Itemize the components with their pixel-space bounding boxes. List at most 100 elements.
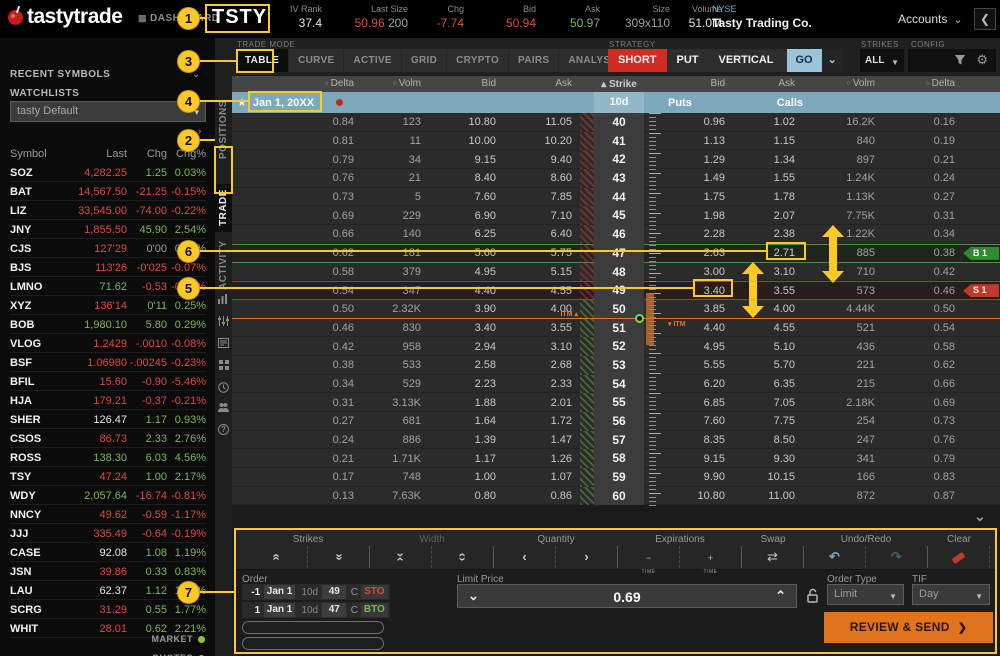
clear-icon[interactable] [928, 546, 990, 568]
qty-right-icon[interactable]: › [556, 546, 618, 568]
call-bid-cell[interactable]: 2.58 [427, 359, 502, 371]
put-volm-cell[interactable]: 840 [801, 135, 881, 147]
put-volm-cell[interactable]: 215 [801, 378, 881, 390]
put-bid-cell[interactable]: 0.96 [662, 116, 731, 128]
help-icon[interactable]: ? [217, 424, 230, 435]
watchlist-row-tsy[interactable]: TSY 47.24 1.00 2.17% [10, 467, 206, 486]
put-volm-cell[interactable]: 254 [801, 415, 881, 427]
strike-cell[interactable]: 56 [594, 412, 644, 431]
call-volm-cell[interactable]: 379 [360, 266, 427, 278]
chain-row-strike-44[interactable]: 0.73 5 7.60 7.85 44 1.75 1.78 1.13K 0.27 [232, 187, 1000, 207]
call-bid-cell[interactable]: 1.17 [427, 453, 502, 465]
put-bid-cell[interactable]: 5.55 [662, 359, 731, 371]
put-ask-cell[interactable]: 1.55 [731, 172, 801, 184]
collapse-panel-button[interactable]: ❮ [974, 8, 996, 30]
chain-row-strike-47[interactable]: 0.62 181 5.60 5.75 47 2.63 2.71 885 0.38 B 1 [232, 243, 1000, 263]
chain-row-strike-60[interactable]: 0.13 7.63K 0.80 0.86 60 10.80 11.00 872 0.87 [232, 486, 1000, 506]
redo-icon[interactable]: ↷ [866, 546, 928, 568]
put-delta-cell[interactable]: 0.19 [881, 135, 961, 147]
watchlist-row-liz[interactable]: LIZ 33,545.00 -74.00 -0.22% [10, 201, 206, 220]
call-bid-cell[interactable]: 1.88 [427, 397, 502, 409]
put-delta-cell[interactable]: 0.31 [881, 210, 961, 222]
watchlist-row-csos[interactable]: CSOS 86.73 2.33 2.76% [10, 429, 206, 448]
call-bid-cell[interactable]: 1.39 [427, 434, 502, 446]
put-bid-cell[interactable]: 1.29 [662, 154, 731, 166]
watchlist-row-soz[interactable]: SOZ 4,282.25 1.25 0.03% [10, 163, 206, 182]
chain-row-strike-45[interactable]: 0.69 229 6.90 7.10 45 1.98 2.07 7.75K 0.31 [232, 206, 1000, 226]
call-delta-cell[interactable]: 0.31 [232, 397, 360, 409]
watchlist-row-scrg[interactable]: SCRG 31.29 0.55 1.77% [10, 600, 206, 619]
put-bid-cell[interactable]: 8.35 [662, 434, 731, 446]
watchlist-col-last[interactable]: Last [63, 148, 127, 160]
put-delta-cell[interactable]: 0.42 [881, 266, 961, 278]
watchlist-row-bsf[interactable]: BSF 1.06980 -.00245 -0.23% [10, 353, 206, 372]
call-volm-cell[interactable]: 181 [360, 247, 427, 259]
call-delta-cell[interactable]: 0.69 [232, 210, 360, 222]
call-delta-cell[interactable]: 0.58 [232, 266, 360, 278]
order-leg-row[interactable]: 1 Jan 1 10d 47 C BTO [242, 602, 390, 618]
time-plus-icon[interactable]: + TIME [680, 546, 742, 575]
call-bid-cell[interactable]: 2.94 [427, 341, 502, 353]
strategy-put-button[interactable]: PUT [667, 49, 709, 72]
chain-row-strike-52[interactable]: 0.42 958 2.94 3.10 52 4.95 5.10 436 0.58 [232, 337, 1000, 356]
call-ask-cell[interactable]: 2.68 [502, 359, 578, 371]
call-volm-cell[interactable]: 681 [360, 415, 427, 427]
call-volm-cell[interactable]: 140 [360, 228, 427, 240]
call-ask-cell[interactable]: 3.10 [502, 341, 578, 353]
gear-icon[interactable]: ⚙ [976, 52, 988, 68]
put-delta-cell[interactable]: 0.54 [881, 322, 961, 334]
clock-icon[interactable] [217, 382, 230, 396]
scroll-down-chevron[interactable]: ⌄ [974, 508, 986, 525]
mode-tab-crypto[interactable]: CRYPTO [447, 49, 510, 72]
people-icon[interactable] [217, 402, 230, 415]
put-volm-cell[interactable]: 4.44K [801, 303, 881, 315]
chain-row-strike-58[interactable]: 0.21 1.71K 1.17 1.26 58 9.15 9.30 341 0.79 [232, 449, 1000, 469]
call-volm-cell[interactable]: 5 [360, 191, 427, 203]
grid-icon[interactable] [217, 360, 230, 373]
put-delta-cell[interactable]: 0.73 [881, 415, 961, 427]
put-ask-cell[interactable]: 5.10 [731, 341, 801, 353]
leg-expiration[interactable]: Jan 1 [264, 585, 296, 599]
call-bid-cell[interactable]: 3.40 [427, 322, 502, 334]
watchlist-row-bat[interactable]: BAT 14,567.50 -21.25 -0.15% [10, 182, 206, 201]
put-volm-cell[interactable]: 521 [801, 322, 881, 334]
put-bid-cell[interactable]: 9.15 [662, 453, 731, 465]
put-delta-cell[interactable]: 0.58 [881, 341, 961, 353]
watchlist-row-wdy[interactable]: WDY 2,057.64 -16.74 -0.81% [10, 486, 206, 505]
call-volm-cell[interactable]: 2.32K [360, 303, 427, 315]
call-volm-cell[interactable]: 830 [360, 322, 427, 334]
call-ask-cell[interactable]: 1.07 [502, 471, 578, 483]
sliders-icon[interactable] [217, 316, 230, 329]
call-volm-cell[interactable]: 3.13K [360, 397, 427, 409]
watchlist-row-sher[interactable]: SHER 126.47 1.17 0.93% [10, 410, 206, 429]
call-delta-cell[interactable]: 0.62 [232, 247, 360, 259]
tastytrade-logo[interactable]: tastytrade [8, 5, 123, 29]
call-ask-cell[interactable]: 0.86 [502, 490, 578, 502]
chain-row-strike-40[interactable]: 0.84 123 10.80 11.05 40 0.96 1.02 16.2K 0.16 [232, 113, 1000, 132]
call-delta-cell[interactable]: 0.79 [232, 154, 360, 166]
mode-tab-active[interactable]: ACTIVE [344, 49, 402, 72]
leg-expiration[interactable]: Jan 1 [264, 603, 296, 617]
watchlist-row-bfil[interactable]: BFIL 15.60 -0.90 -5.46% [10, 372, 206, 391]
call-bid-cell[interactable]: 3.90 [427, 303, 502, 315]
put-bid-cell[interactable]: 10.80 [662, 490, 731, 502]
put-delta-cell[interactable]: 0.76 [881, 434, 961, 446]
put-volm-cell[interactable]: 7.75K [801, 210, 881, 222]
call-ask-cell[interactable]: 5.15 [502, 266, 578, 278]
limit-price-input[interactable]: ⌄ 0.69 ⌃ [457, 584, 797, 608]
put-volm-cell[interactable]: 166 [801, 471, 881, 483]
put-ask-cell[interactable]: 11.00 [731, 490, 801, 502]
watchlist-row-case[interactable]: CASE 92.08 1.08 1.19% [10, 543, 206, 562]
watchlist-col-chg[interactable]: Chg [127, 148, 167, 160]
order-type-select[interactable]: Limit ▼ [827, 584, 904, 605]
put-delta-cell[interactable]: 0.79 [881, 453, 961, 465]
put-delta-cell[interactable]: 0.69 [881, 397, 961, 409]
put-volm-cell[interactable]: 436 [801, 341, 881, 353]
strike-cell[interactable]: 42 [594, 150, 644, 170]
leg-strike[interactable]: 47 [322, 603, 347, 617]
put-delta-cell[interactable]: 0.16 [881, 116, 961, 128]
call-delta-cell[interactable]: 0.21 [232, 453, 360, 465]
put-bid-cell[interactable]: 7.60 [662, 415, 731, 427]
qty-left-icon[interactable]: ‹ [494, 546, 556, 568]
put-delta-cell[interactable]: 0.46 [881, 285, 961, 297]
